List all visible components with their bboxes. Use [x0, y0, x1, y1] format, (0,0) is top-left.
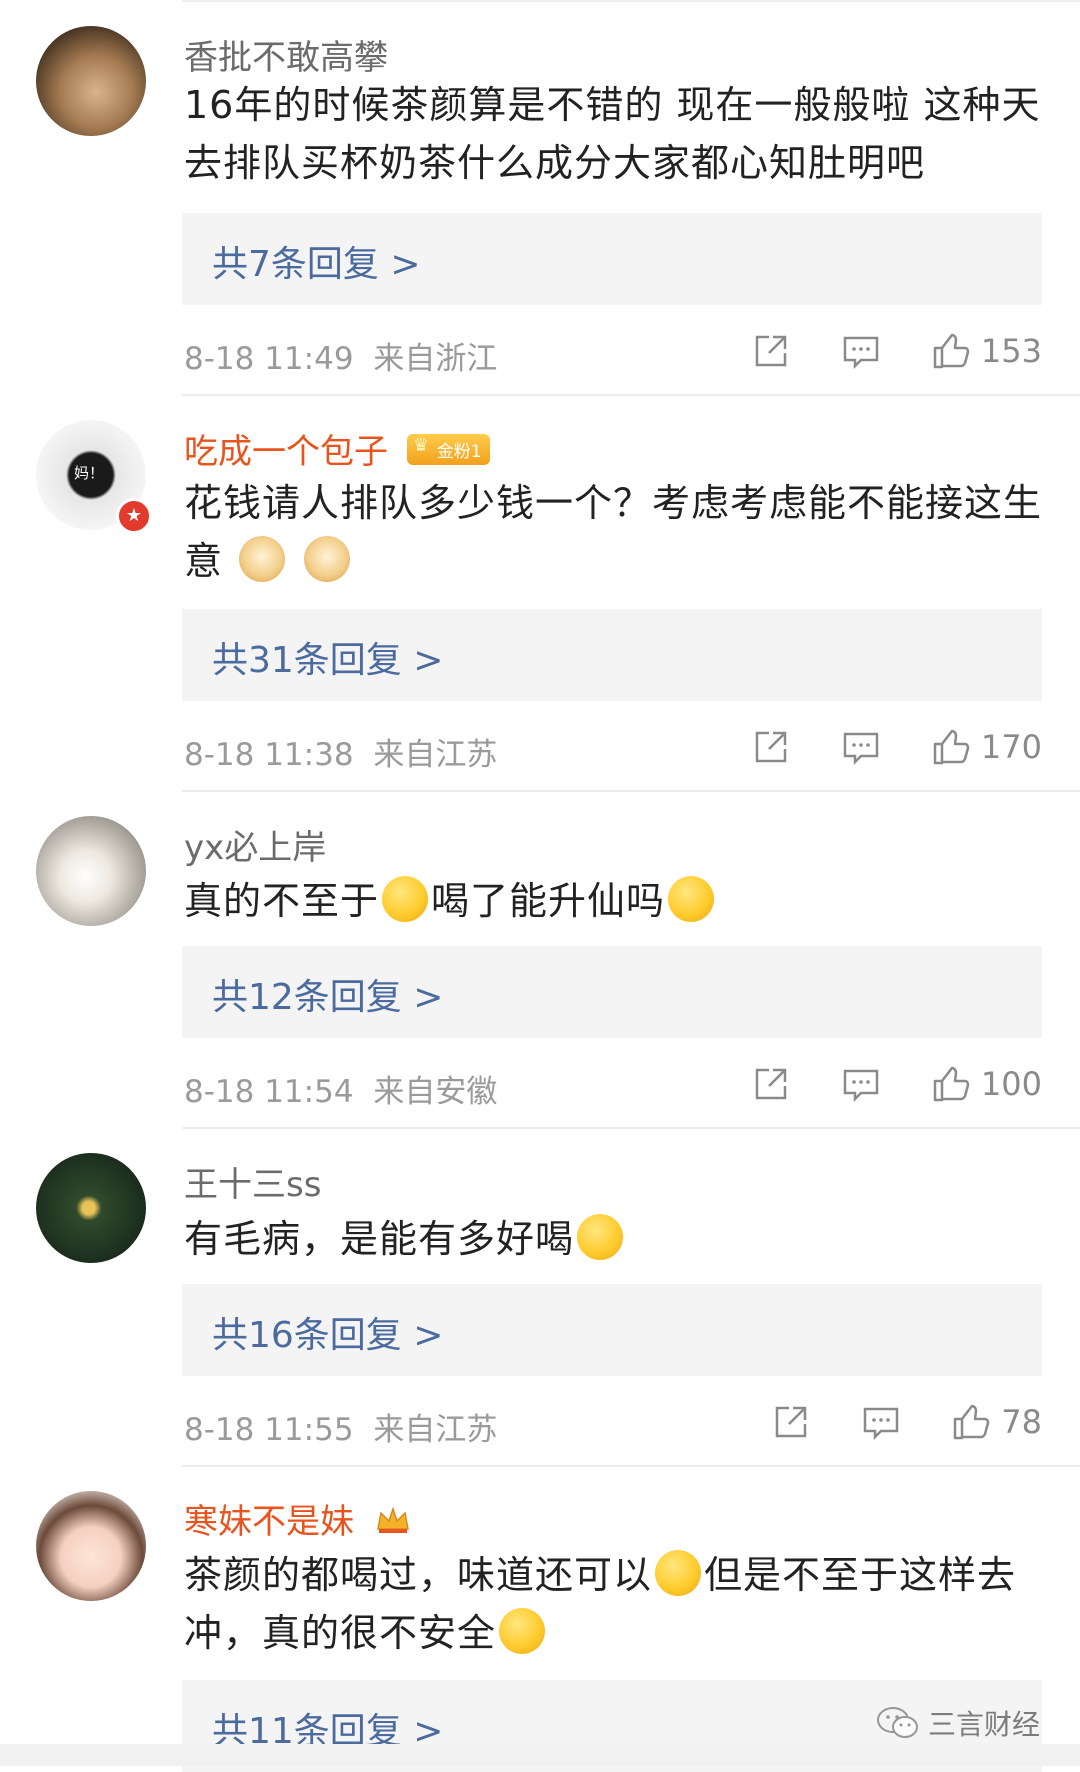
comment-actions: 100: [701, 1061, 1042, 1107]
replies-box[interactable]: 共12条回复 >: [182, 946, 1042, 1038]
comment-time: 8-18 11:54: [184, 1074, 354, 1110]
comment-username[interactable]: 王十三ss: [184, 1157, 321, 1206]
like-count: 100: [980, 1065, 1042, 1103]
avatar[interactable]: [36, 26, 146, 136]
view-replies-link[interactable]: 共16条回复 >: [212, 1306, 443, 1358]
share-icon[interactable]: [751, 1064, 791, 1104]
wechat-icon: [876, 1707, 918, 1738]
comment-username[interactable]: yx必上岸: [184, 820, 326, 869]
comment-icon[interactable]: [841, 727, 881, 767]
share-icon[interactable]: [751, 727, 791, 767]
comment-text-body: 有毛病，是能有多好喝: [184, 1217, 575, 1261]
comment-text: 16年的时候茶颜算是不错的 现在一般般啦 这种天去排队买杯奶茶什么成分大家都心知…: [184, 83, 1041, 185]
watermark: 三言财经: [876, 1703, 1040, 1743]
watermark-text: 三言财经: [927, 1708, 1040, 1741]
view-replies-link[interactable]: 共7条回复 >: [212, 235, 421, 287]
like-icon[interactable]: [931, 331, 971, 371]
crown-icon: ♛: [412, 435, 429, 456]
like-count: 78: [1001, 1403, 1042, 1441]
verified-icon: ★: [116, 498, 152, 534]
share-icon[interactable]: [771, 1402, 811, 1442]
comment-username[interactable]: 寒妹不是妹: [184, 1494, 411, 1543]
comment-username[interactable]: 香批不敢高攀: [184, 30, 388, 79]
comment-divider: [182, 394, 1080, 396]
comment-actions: 78: [721, 1399, 1042, 1445]
replies-box[interactable]: 共16条回复 >: [182, 1284, 1042, 1376]
comment-meta: 8-18 11:54 来自安徽: [184, 1066, 497, 1111]
comment-username[interactable]: 吃成一个包子 ♛ 金粉1: [184, 424, 490, 473]
replies-box[interactable]: 共7条回复 >: [182, 213, 1042, 305]
username-text: 吃成一个包子: [184, 432, 388, 472]
comment-divider: [182, 1465, 1080, 1467]
comment-meta: 8-18 11:49 来自浙江: [184, 333, 497, 378]
comment-meta: 8-18 11:55 来自江苏: [184, 1404, 497, 1449]
laugh-cry-emoji-icon: [668, 876, 715, 922]
like-count: 153: [980, 332, 1042, 370]
comment-text-part: 喝了能升仙吗: [431, 879, 666, 923]
comment-text-part: 茶颜的都喝过，味道还可以: [184, 1553, 653, 1597]
like-icon[interactable]: [951, 1402, 991, 1442]
comment-text-part: 真的不至于: [184, 879, 380, 923]
comment-divider: [182, 790, 1080, 792]
view-replies-link[interactable]: 共12条回复 >: [212, 968, 443, 1020]
thinking-emoji-icon: [577, 1214, 624, 1260]
badge-label: 金粉1: [436, 442, 482, 462]
comment-text: 茶颜的都喝过，味道还可以 但是不至于这样去冲，真的很不安全: [184, 1546, 1044, 1662]
bottom-bar: [0, 1744, 1080, 1766]
comment-actions: 153: [701, 328, 1042, 374]
like-icon[interactable]: [931, 727, 971, 767]
avatar[interactable]: [36, 816, 146, 926]
view-replies-link[interactable]: 共31条回复 >: [212, 631, 443, 683]
shocked-emoji-icon: [655, 1550, 702, 1596]
comment-text: 有毛病，是能有多好喝: [184, 1210, 1044, 1268]
share-icon[interactable]: [751, 331, 791, 371]
comment-time: 8-18 11:49: [184, 341, 354, 377]
comment-icon[interactable]: [861, 1402, 901, 1442]
comment-location: 来自江苏: [373, 737, 498, 773]
avatar-caption: 妈！: [74, 464, 105, 482]
doge-emoji-icon: [304, 536, 351, 582]
vip-crown-icon: [376, 1506, 409, 1533]
fan-badge: ♛ 金粉1: [406, 434, 490, 465]
comment-meta: 8-18 11:38 来自江苏: [184, 729, 497, 774]
like-count: 170: [980, 728, 1042, 766]
crying-emoji-icon: [499, 1608, 546, 1654]
smile-emoji-icon: [382, 876, 429, 922]
like-icon[interactable]: [931, 1064, 971, 1104]
comment-text: 花钱请人排队多少钱一个？考虑考虑能不能接这生意: [184, 474, 1044, 590]
comment-location: 来自江苏: [373, 1412, 498, 1448]
doge-emoji-icon: [239, 536, 286, 582]
avatar[interactable]: [36, 1153, 146, 1263]
username-text: 寒妹不是妹: [184, 1502, 354, 1542]
comment-icon[interactable]: [841, 331, 881, 371]
comment-text: 真的不至于 喝了能升仙吗: [184, 872, 1044, 930]
comment-location: 来自浙江: [373, 341, 498, 377]
comment-time: 8-18 11:55: [184, 1412, 354, 1448]
comment-actions: 170: [701, 724, 1042, 770]
replies-box[interactable]: 共31条回复 >: [182, 609, 1042, 701]
comment-divider: [182, 1127, 1080, 1129]
top-divider: [182, 0, 1080, 2]
comment-time: 8-18 11:38: [184, 737, 354, 773]
avatar[interactable]: [36, 1491, 146, 1601]
comment-location: 来自安徽: [373, 1074, 498, 1110]
comment-icon[interactable]: [841, 1064, 881, 1104]
